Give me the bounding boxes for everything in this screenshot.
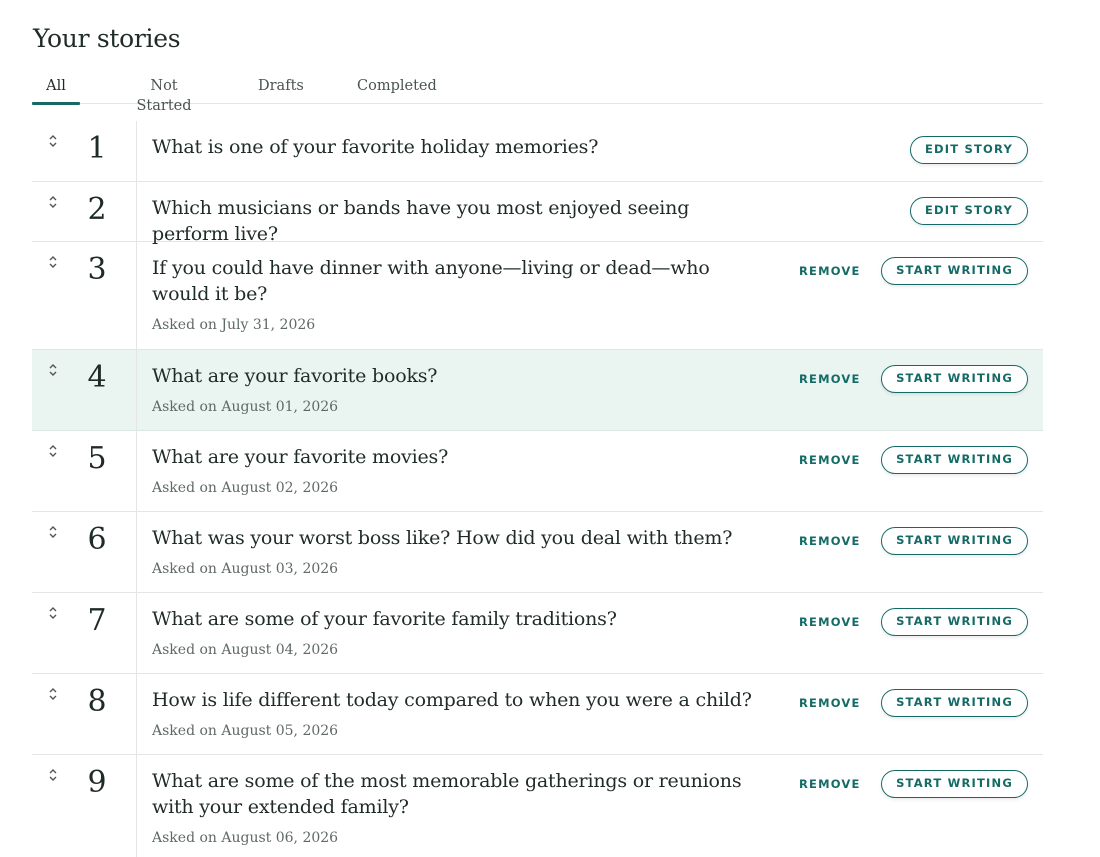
- question-text: What are your favorite movies?: [152, 446, 449, 468]
- story-row: 7 What are some of your favorite family …: [32, 593, 1043, 674]
- reorder-icon[interactable]: [46, 767, 60, 783]
- edit-story-button[interactable]: EDIT STORY: [910, 136, 1028, 164]
- remove-button[interactable]: REMOVE: [799, 534, 861, 548]
- story-row: 9 What are some of the most memorable ga…: [32, 755, 1043, 857]
- remove-button[interactable]: REMOVE: [799, 264, 861, 278]
- asked-date: Asked on August 03, 2026: [152, 561, 339, 577]
- story-row: 1 What is one of your favorite holiday m…: [32, 121, 1043, 182]
- asked-date: Asked on July 31, 2026: [152, 317, 316, 333]
- asked-date: Asked on August 01, 2026: [152, 399, 339, 415]
- remove-button[interactable]: REMOVE: [799, 372, 861, 386]
- reorder-icon[interactable]: [46, 194, 60, 210]
- start-writing-button[interactable]: START WRITING: [881, 770, 1028, 798]
- tab-completed[interactable]: Completed: [357, 76, 437, 104]
- reorder-icon[interactable]: [46, 443, 60, 459]
- story-question[interactable]: What are your favorite books? Asked on A…: [152, 363, 762, 420]
- asked-date: Asked on August 06, 2026: [152, 830, 339, 846]
- start-writing-button[interactable]: START WRITING: [881, 446, 1028, 474]
- story-row: 5 What are your favorite movies? Asked o…: [32, 431, 1043, 512]
- question-text: What is one of your favorite holiday mem…: [152, 136, 599, 158]
- story-tabs: All Not Started Drafts Completed: [32, 74, 1043, 114]
- asked-date: Asked on August 04, 2026: [152, 642, 339, 658]
- reorder-icon[interactable]: [46, 362, 60, 378]
- tab-not-started[interactable]: Not Started: [124, 76, 204, 114]
- story-number: 7: [87, 603, 107, 638]
- asked-date: Asked on August 02, 2026: [152, 480, 339, 496]
- remove-button[interactable]: REMOVE: [799, 453, 861, 467]
- story-number: 5: [87, 441, 107, 476]
- question-text: Which musicians or bands have you most e…: [152, 197, 690, 245]
- question-text: What are some of your favorite family tr…: [152, 608, 617, 630]
- reorder-icon[interactable]: [46, 524, 60, 540]
- start-writing-button[interactable]: START WRITING: [881, 689, 1028, 717]
- story-question[interactable]: How is life different today compared to …: [152, 687, 762, 744]
- story-row: 4 What are your favorite books? Asked on…: [32, 350, 1043, 431]
- edit-story-button[interactable]: EDIT STORY: [910, 197, 1028, 225]
- question-text: If you could have dinner with anyone—liv…: [152, 257, 710, 305]
- story-row: 8 How is life different today compared t…: [32, 674, 1043, 755]
- tab-all[interactable]: All: [32, 76, 80, 105]
- story-question[interactable]: What is one of your favorite holiday mem…: [152, 134, 762, 160]
- story-row: 3 If you could have dinner with anyone—l…: [32, 242, 1043, 350]
- story-question[interactable]: What was your worst boss like? How did y…: [152, 525, 762, 582]
- question-text: What are some of the most memorable gath…: [152, 770, 742, 818]
- story-question[interactable]: What are some of your favorite family tr…: [152, 606, 762, 663]
- start-writing-button[interactable]: START WRITING: [881, 608, 1028, 636]
- story-number: 3: [87, 252, 107, 287]
- reorder-icon[interactable]: [46, 133, 60, 149]
- story-number: 1: [87, 131, 107, 166]
- remove-button[interactable]: REMOVE: [799, 615, 861, 629]
- start-writing-button[interactable]: START WRITING: [881, 257, 1028, 285]
- story-question[interactable]: What are your favorite movies? Asked on …: [152, 444, 762, 501]
- question-text: How is life different today compared to …: [152, 689, 752, 711]
- story-number: 2: [87, 192, 107, 227]
- tab-drafts[interactable]: Drafts: [258, 76, 304, 104]
- reorder-icon[interactable]: [46, 605, 60, 621]
- asked-date: Asked on August 05, 2026: [152, 723, 339, 739]
- story-row: 2 Which musicians or bands have you most…: [32, 182, 1043, 245]
- start-writing-button[interactable]: START WRITING: [881, 527, 1028, 555]
- story-row: 6 What was your worst boss like? How did…: [32, 512, 1043, 593]
- story-question[interactable]: What are some of the most memorable gath…: [152, 768, 762, 851]
- story-number: 8: [87, 684, 107, 719]
- page-title: Your stories: [33, 24, 181, 53]
- story-number: 6: [87, 522, 107, 557]
- story-number: 4: [87, 360, 107, 395]
- question-text: What are your favorite books?: [152, 365, 438, 387]
- reorder-icon[interactable]: [46, 254, 60, 270]
- story-list: 1 What is one of your favorite holiday m…: [32, 121, 1043, 857]
- story-number: 9: [87, 765, 107, 800]
- reorder-icon[interactable]: [46, 686, 60, 702]
- question-text: What was your worst boss like? How did y…: [152, 527, 733, 549]
- story-question[interactable]: Which musicians or bands have you most e…: [152, 195, 762, 247]
- start-writing-button[interactable]: START WRITING: [881, 365, 1028, 393]
- story-question[interactable]: If you could have dinner with anyone—liv…: [152, 255, 762, 338]
- remove-button[interactable]: REMOVE: [799, 696, 861, 710]
- remove-button[interactable]: REMOVE: [799, 777, 861, 791]
